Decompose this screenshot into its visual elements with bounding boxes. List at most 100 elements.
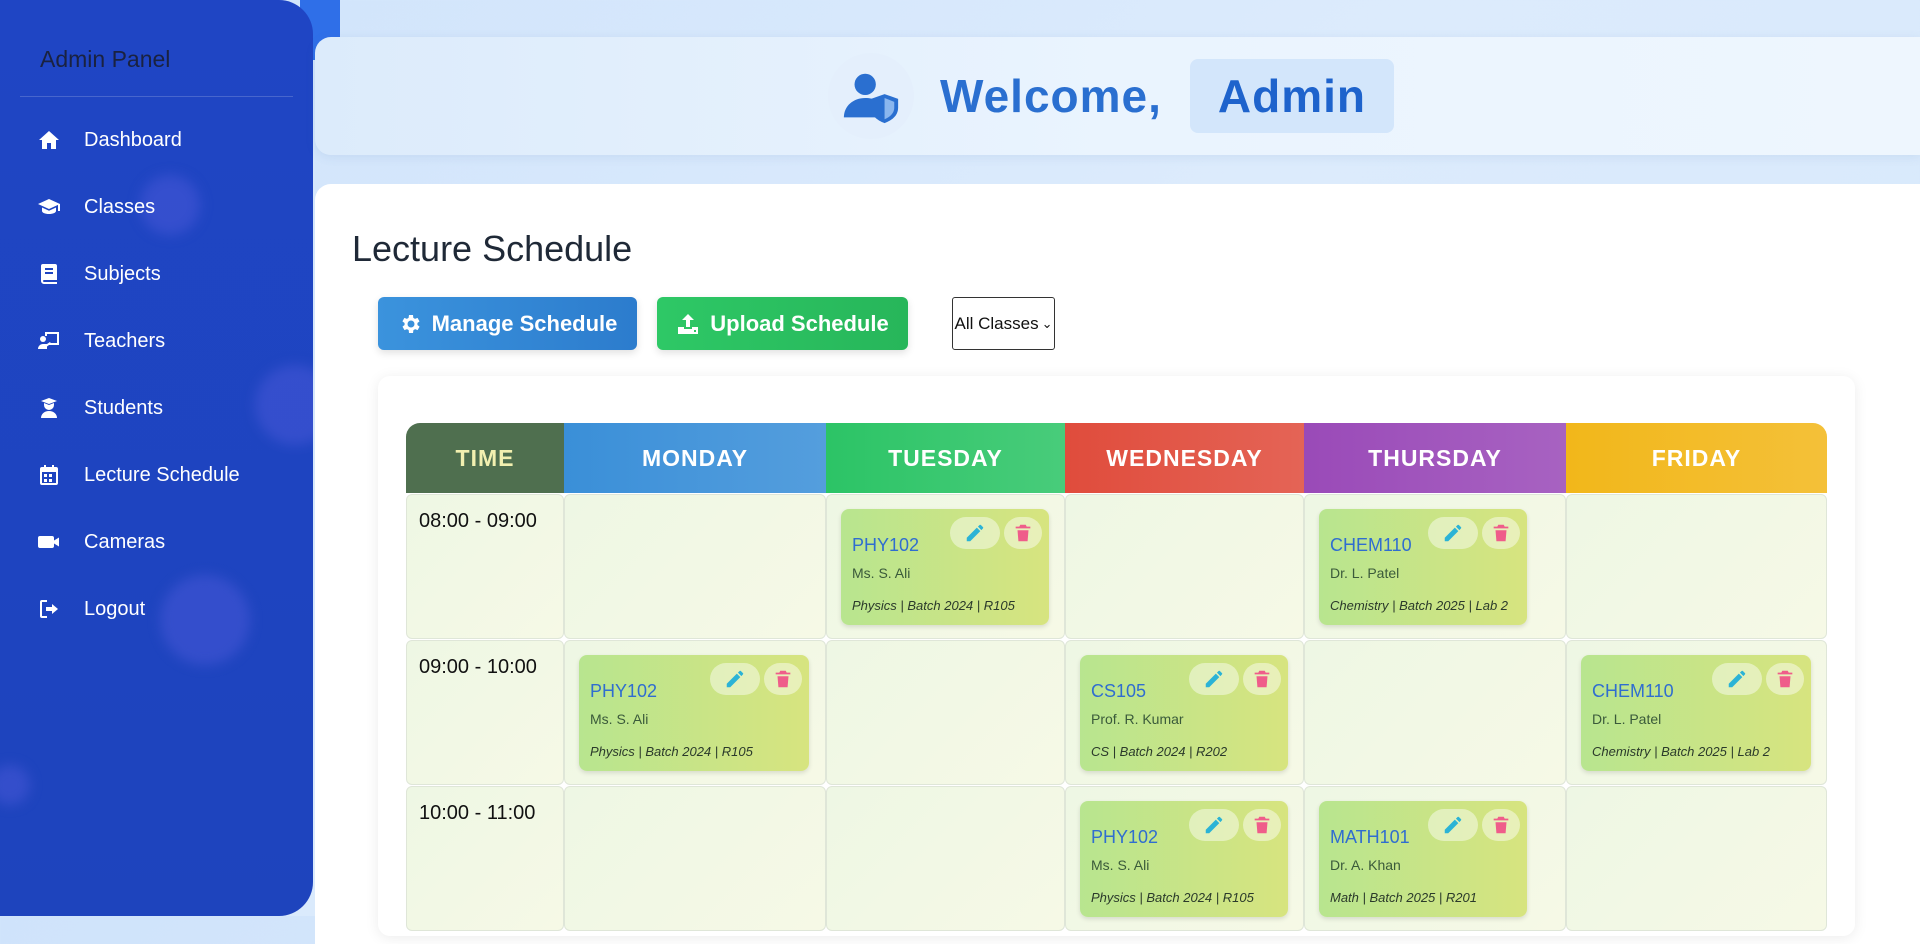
sidebar-item-label: Teachers <box>84 329 166 352</box>
header-monday: MONDAY <box>564 423 826 493</box>
user-graduate-icon <box>36 395 62 421</box>
schedule-cell <box>826 786 1065 931</box>
upload-schedule-button[interactable]: Upload Schedule <box>657 297 908 350</box>
welcome-text: Welcome, <box>940 70 1162 122</box>
trash-icon <box>1777 670 1793 688</box>
schedule-cell <box>564 494 826 639</box>
sidebar-item-logout[interactable]: Logout <box>36 589 145 629</box>
lecture-teacher: Ms. S. Ali <box>1091 857 1150 873</box>
lecture-code: PHY102 <box>852 535 920 555</box>
sidebar-item-label: Students <box>84 396 163 419</box>
sidebar: Admin Panel Dashboard Classes Subjects T… <box>0 0 313 916</box>
class-filter-select[interactable]: All Classes ⌄ <box>952 297 1055 350</box>
lecture-teacher: Ms. S. Ali <box>852 565 911 581</box>
schedule-cell <box>1566 494 1827 639</box>
delete-lecture-button[interactable] <box>1766 663 1804 695</box>
lecture-code: CHEM110 <box>1592 681 1674 701</box>
pencil-icon <box>1205 816 1223 834</box>
user-name-badge: Admin <box>1189 59 1395 133</box>
delete-lecture-button[interactable] <box>1243 663 1281 695</box>
sidebar-item-cameras[interactable]: Cameras <box>36 522 165 562</box>
delete-lecture-button[interactable] <box>1482 517 1520 549</box>
graduation-cap-icon <box>36 194 62 220</box>
lecture-card[interactable]: MATH101 Dr. A. Khan Math | Batch 2025 | R2… <box>1319 801 1527 917</box>
sidebar-item-classes[interactable]: Classes <box>36 187 155 227</box>
page-title: Lecture Schedule <box>352 228 633 269</box>
calendar-icon <box>36 462 62 488</box>
lecture-meta: Physics | Batch 2024 | R105 <box>590 744 753 759</box>
pencil-icon <box>966 524 984 542</box>
sidebar-item-label: Logout <box>84 597 146 620</box>
chevron-down-icon: ⌄ <box>1041 315 1053 331</box>
edit-lecture-button[interactable] <box>710 663 760 695</box>
trash-icon <box>1493 816 1509 834</box>
delete-lecture-button[interactable] <box>1243 809 1281 841</box>
edit-lecture-button[interactable] <box>1428 517 1478 549</box>
lecture-card[interactable]: CHEM110 Dr. L. Patel Chemistry | Batch 202… <box>1319 509 1527 625</box>
lecture-code: MATH101 <box>1330 827 1410 847</box>
welcome-banner: Welcome, Admin <box>828 53 1395 139</box>
edit-lecture-button[interactable] <box>950 517 1000 549</box>
sidebar-item-teachers[interactable]: Teachers <box>36 321 165 361</box>
pencil-icon <box>1444 524 1462 542</box>
manage-schedule-label: Manage Schedule <box>431 310 618 336</box>
schedule-cell <box>1566 786 1827 931</box>
lecture-meta: Chemistry | Batch 2025 | Lab 2 <box>1330 598 1509 613</box>
lecture-card[interactable]: PHY102 Ms. S. Ali Physics | Batch 2024 | R… <box>1080 801 1288 917</box>
decor-blob <box>160 575 250 665</box>
pencil-icon <box>726 670 744 688</box>
home-icon <box>36 127 62 153</box>
time-slot-label: 10:00 - 11:00 <box>419 802 536 824</box>
logout-icon <box>36 596 62 622</box>
edit-lecture-button[interactable] <box>1189 809 1239 841</box>
header-thursday: THURSDAY <box>1304 423 1566 493</box>
pencil-icon <box>1444 816 1462 834</box>
sidebar-divider <box>20 96 293 97</box>
manage-schedule-button[interactable]: Manage Schedule <box>378 297 637 350</box>
header-tuesday: TUESDAY <box>826 423 1065 493</box>
chalkboard-teacher-icon <box>36 328 62 354</box>
lecture-card[interactable]: PHY102 Ms. S. Ali Physics | Batch 2024 | R… <box>841 509 1049 625</box>
lecture-teacher: Ms. S. Ali <box>590 711 649 727</box>
header-time: TIME <box>406 423 564 493</box>
delete-lecture-button[interactable] <box>1004 517 1042 549</box>
schedule-cell <box>1304 640 1566 785</box>
sidebar-item-dashboard[interactable]: Dashboard <box>36 120 182 160</box>
avatar <box>828 53 914 139</box>
delete-lecture-button[interactable] <box>1482 809 1520 841</box>
lecture-teacher: Dr. L. Patel <box>1592 711 1662 727</box>
sidebar-item-label: Cameras <box>84 530 166 553</box>
sidebar-item-lecture-schedule[interactable]: Lecture Schedule <box>36 455 240 495</box>
sidebar-item-students[interactable]: Students <box>36 388 163 428</box>
lecture-code: CS105 <box>1091 681 1147 701</box>
edit-lecture-button[interactable] <box>1189 663 1239 695</box>
lecture-code: PHY102 <box>1091 827 1159 847</box>
lecture-card[interactable]: PHY102 Ms. S. Ali Physics | Batch 2024 | R… <box>579 655 809 771</box>
sidebar-item-label: Classes <box>84 195 156 218</box>
edit-lecture-button[interactable] <box>1428 809 1478 841</box>
lecture-teacher: Dr. A. Khan <box>1330 857 1401 873</box>
lecture-code: PHY102 <box>590 681 658 701</box>
sidebar-item-subjects[interactable]: Subjects <box>36 254 161 294</box>
schedule-cell <box>564 786 826 931</box>
upload-icon <box>678 313 699 334</box>
schedule-cell <box>1065 494 1304 639</box>
decor-blob <box>255 365 313 445</box>
gear-icon <box>401 314 420 333</box>
lecture-meta: Math | Batch 2025 | R201 <box>1330 890 1477 905</box>
decor-blob <box>0 765 30 805</box>
header-wednesday: WEDNESDAY <box>1065 423 1304 493</box>
video-camera-icon <box>36 529 62 555</box>
lecture-meta: Chemistry | Batch 2025 | Lab 2 <box>1592 744 1771 759</box>
delete-lecture-button[interactable] <box>764 663 802 695</box>
lecture-card[interactable]: CHEM110 Dr. L. Patel Chemistry | Batch 202… <box>1581 655 1811 771</box>
edit-lecture-button[interactable] <box>1712 663 1762 695</box>
time-slot-label: 08:00 - 09:00 <box>419 510 537 532</box>
trash-icon <box>1493 524 1509 542</box>
pencil-icon <box>1728 670 1746 688</box>
schedule-cell <box>826 640 1065 785</box>
lecture-card[interactable]: CS105 Prof. R. Kumar CS | Batch 2024 | R20… <box>1080 655 1288 771</box>
class-filter-value: All Classes <box>954 313 1039 333</box>
lecture-teacher: Prof. R. Kumar <box>1091 711 1184 727</box>
sidebar-item-label: Lecture Schedule <box>84 463 240 486</box>
